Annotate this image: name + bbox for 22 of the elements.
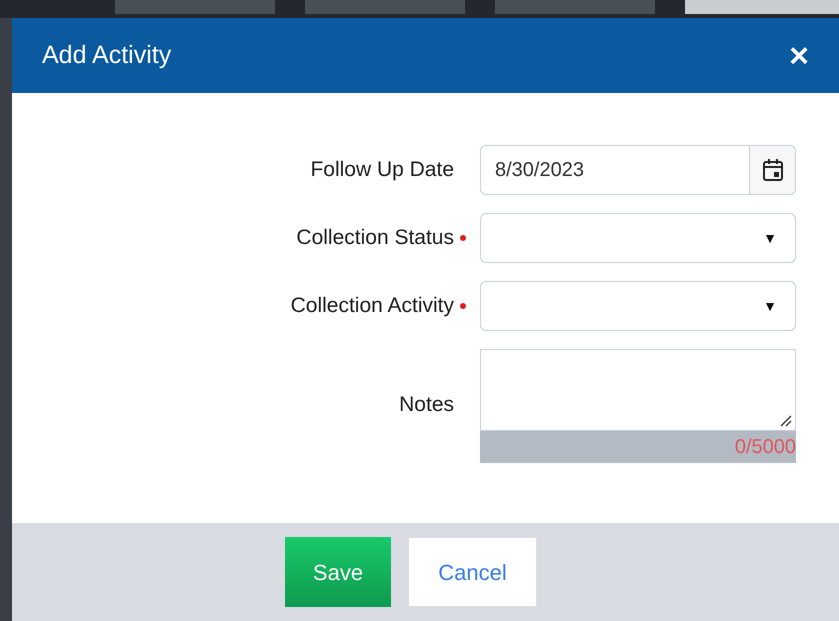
dropdown[interactable]: ▼ [480, 213, 796, 263]
tab[interactable] [495, 0, 655, 14]
field-label: Collection Status [296, 225, 454, 252]
dialog-title: Add Activity [42, 40, 172, 71]
close-button[interactable]: × [789, 38, 809, 72]
date-input[interactable]: 8/30/2023 [481, 146, 749, 194]
date-field[interactable]: 8/30/2023 [480, 145, 796, 195]
tab[interactable] [115, 0, 275, 14]
calendar-button[interactable] [749, 146, 795, 194]
field-label: Collection Activity [290, 293, 454, 320]
caret-icon: ▼ [763, 296, 777, 316]
character-counter: 0/5000 [734, 435, 796, 460]
cancel-button[interactable]: Cancel [409, 538, 536, 606]
tab[interactable] [685, 0, 839, 14]
field-label: Follow Up Date [310, 157, 454, 184]
caret-icon: ▼ [763, 228, 777, 248]
calendar-icon [762, 158, 784, 182]
notes-field[interactable] [480, 349, 796, 431]
dropdown[interactable]: ▼ [480, 281, 796, 331]
resize-handle-icon [780, 415, 792, 427]
tab[interactable] [305, 0, 465, 14]
field-label: Notes [399, 392, 454, 418]
